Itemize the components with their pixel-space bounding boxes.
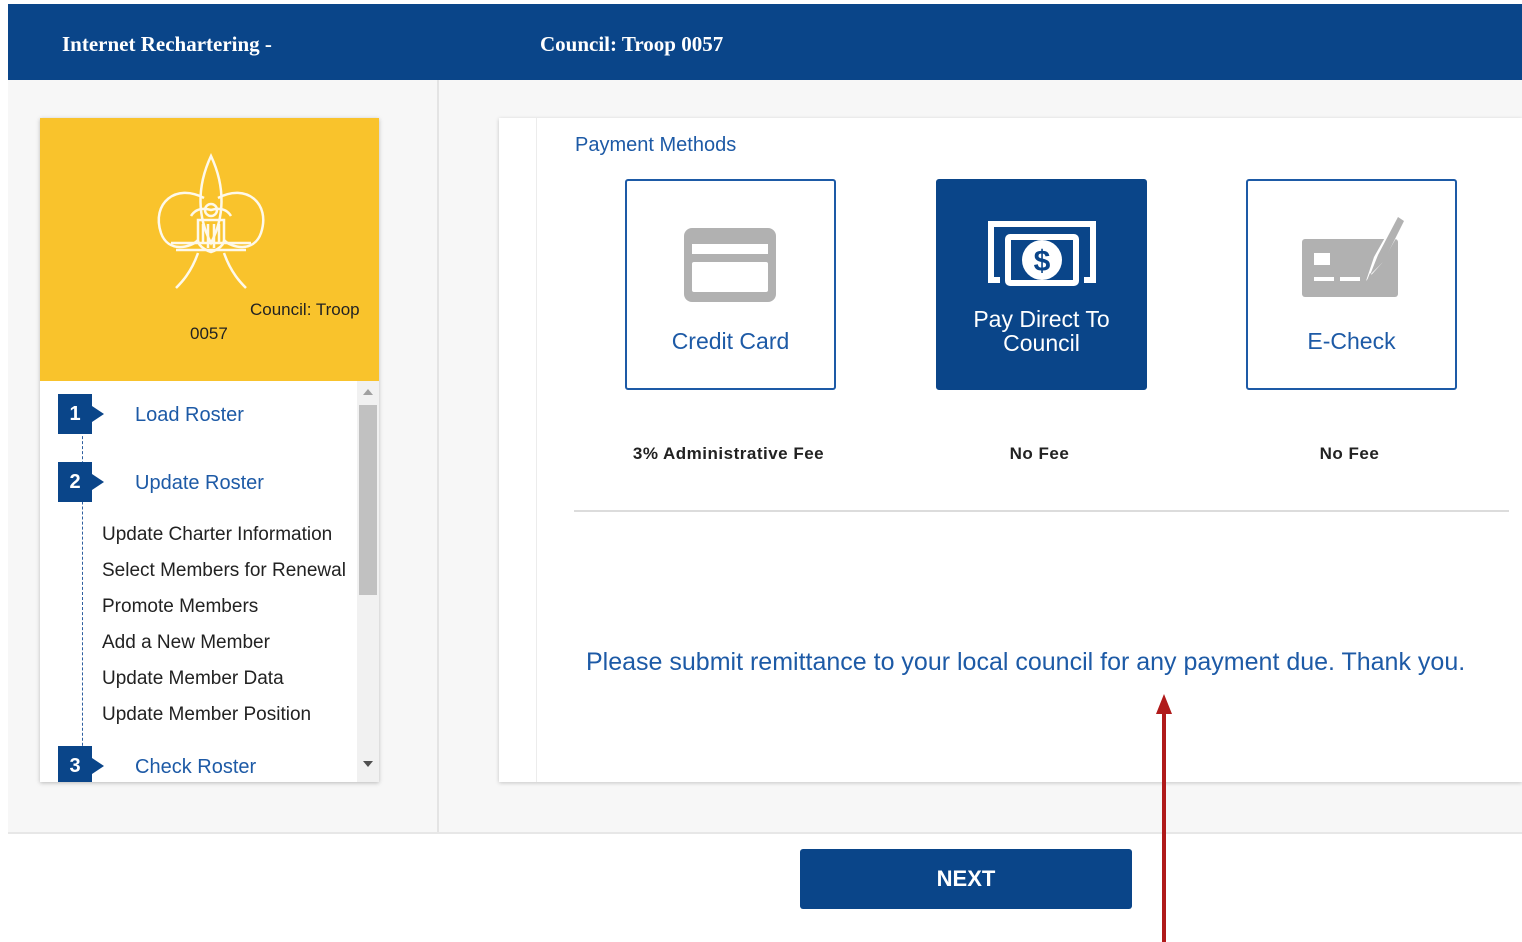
next-button[interactable]: NEXT xyxy=(800,849,1132,909)
scroll-down-arrow-icon[interactable] xyxy=(363,761,373,767)
sidebar-hero: Council: Troop 0057 xyxy=(40,118,379,381)
scouts-fleur-de-lis-logo xyxy=(157,153,265,289)
council-title: Council: Troop 0057 xyxy=(540,32,724,56)
card-inner-divider xyxy=(536,118,537,782)
sidebar-scrollbar[interactable] xyxy=(357,381,379,782)
step-load-roster[interactable]: Load Roster xyxy=(135,404,244,427)
e-check-option[interactable]: E-Check xyxy=(1246,179,1457,390)
top-header-bar: Internet Rechartering - Council: Troop 0… xyxy=(8,4,1522,80)
roster-steps-list: 1 Load Roster 2 Update Roster Update Cha… xyxy=(40,381,357,782)
pay-direct-to-council-option[interactable]: $ Pay Direct To Council xyxy=(936,179,1147,390)
pay-direct-label-line2: Council xyxy=(1003,330,1080,356)
step-check-roster[interactable]: Check Roster xyxy=(135,756,256,779)
sidebar-troop-number: 0057 xyxy=(190,324,228,343)
e-check-label: E-Check xyxy=(1307,328,1396,354)
step-update-roster[interactable]: Update Roster xyxy=(135,472,264,495)
credit-card-label: Credit Card xyxy=(671,328,790,354)
app-title: Internet Rechartering - xyxy=(62,32,272,56)
scroll-up-arrow-icon[interactable] xyxy=(363,389,373,395)
sub-item-update-member-position[interactable]: Update Member Position xyxy=(102,704,311,726)
credit-card-option[interactable]: Credit Card xyxy=(625,179,836,390)
annotation-arrow-icon xyxy=(1156,694,1172,942)
sidebar-card: Council: Troop 0057 1 Load Roster 2 Upda… xyxy=(40,118,379,782)
sidebar-council-name: Council: Troop xyxy=(250,300,360,319)
sub-item-add-a-new-member[interactable]: Add a New Member xyxy=(102,632,270,654)
payment-methods-title: Payment Methods xyxy=(575,134,737,156)
sub-item-update-charter-information[interactable]: Update Charter Information xyxy=(102,524,332,546)
credit-card-icon xyxy=(684,228,776,302)
step-1-badge: 1 xyxy=(58,394,104,434)
cash-bill-icon: $ xyxy=(988,221,1096,286)
payment-card: Payment Methods Credit Card $ Pay Direct… xyxy=(499,118,1522,782)
sub-item-promote-members[interactable]: Promote Members xyxy=(102,596,258,618)
sub-item-update-member-data[interactable]: Update Member Data xyxy=(102,668,284,690)
step-2-badge: 2 xyxy=(58,462,104,502)
scroll-thumb[interactable] xyxy=(359,405,377,595)
check-pen-icon xyxy=(1302,211,1408,297)
pay-direct-fee: No Fee xyxy=(1009,444,1070,463)
credit-card-fee: 3% Administrative Fee xyxy=(632,444,825,463)
sub-item-select-members-for-renewal[interactable]: Select Members for Renewal xyxy=(102,560,346,582)
pay-direct-label-line1: Pay Direct To xyxy=(973,306,1110,332)
e-check-fee: No Fee xyxy=(1319,444,1380,463)
svg-text:$: $ xyxy=(1034,245,1051,278)
horizontal-divider xyxy=(8,832,1522,834)
step-3-badge: 3 xyxy=(58,746,104,782)
remittance-message: Please submit remittance to your local c… xyxy=(586,648,1466,676)
section-divider xyxy=(574,510,1509,512)
